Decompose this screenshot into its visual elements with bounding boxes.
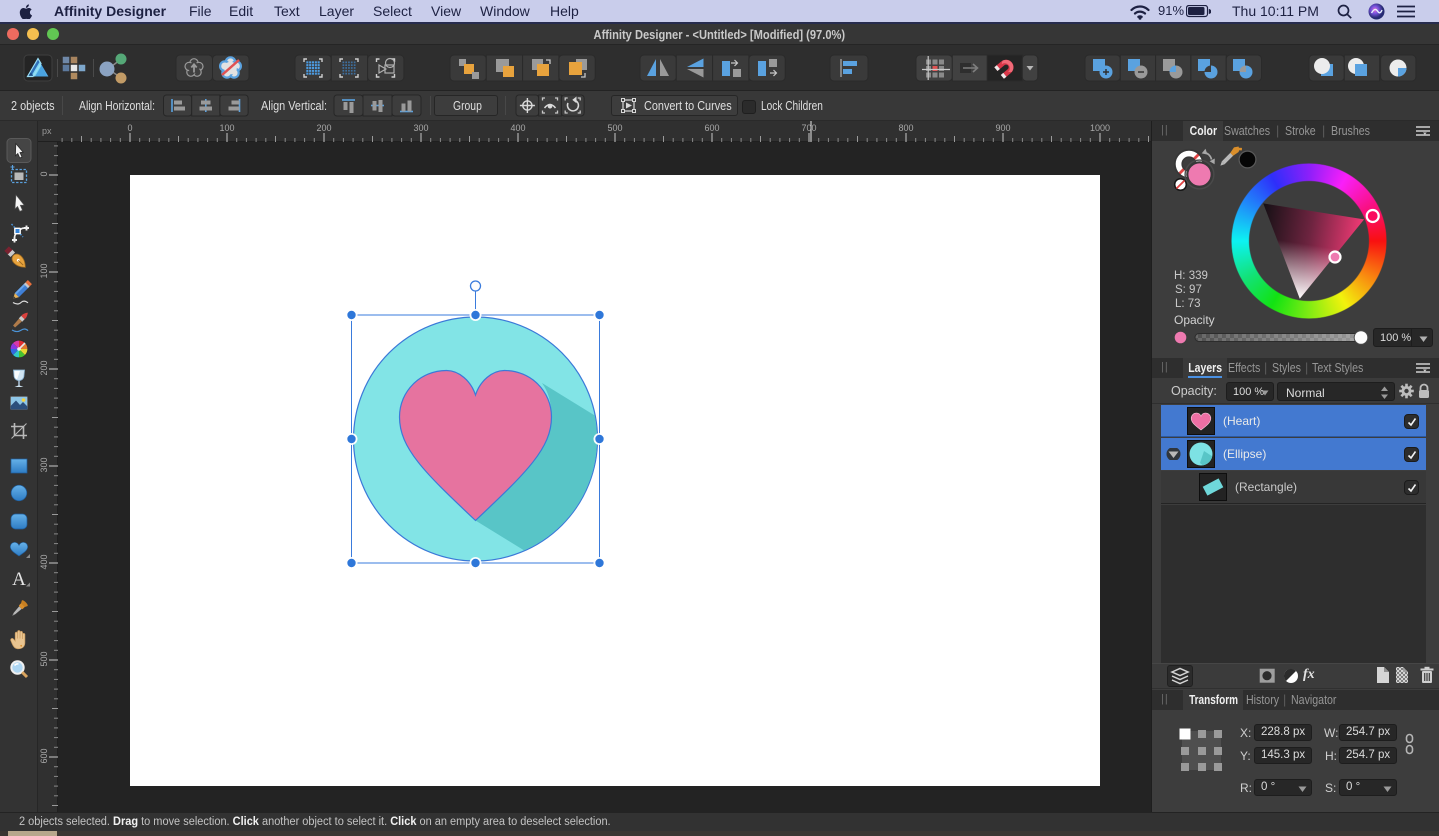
svg-text:A: A bbox=[12, 569, 26, 590]
